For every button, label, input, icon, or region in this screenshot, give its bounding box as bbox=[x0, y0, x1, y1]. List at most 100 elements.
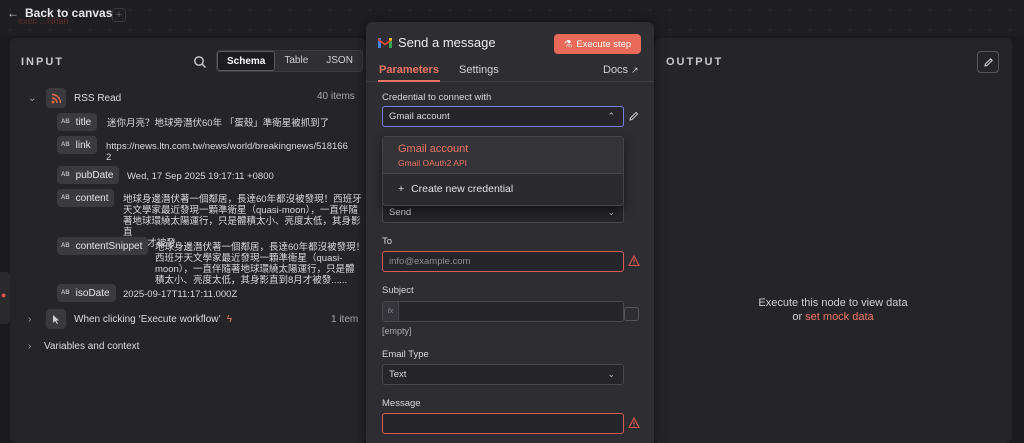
email-type-select-value: Text bbox=[389, 369, 407, 380]
tab-settings[interactable]: Settings bbox=[459, 64, 499, 76]
output-empty-message: Execute this node to view data bbox=[758, 297, 908, 309]
string-type-icon: AB bbox=[61, 243, 70, 249]
dialog-title: Send a message bbox=[398, 35, 496, 50]
output-panel: OUTPUT Execute this node to view data or… bbox=[654, 38, 1012, 443]
field-name: content bbox=[75, 192, 109, 204]
to-input[interactable]: info@example.com bbox=[382, 251, 624, 272]
credential-option-gmail-account[interactable]: Gmail account Gmail OAuth2 API bbox=[383, 137, 623, 173]
trigger-node-row[interactable]: › When clicking ‘Execute workflow’ ϟ bbox=[28, 309, 232, 329]
field-tag-contentsnippet[interactable]: AB contentSnippet bbox=[57, 237, 149, 255]
view-mode-toggle: Schema Table JSON bbox=[216, 50, 363, 72]
external-link-icon: ↗ bbox=[631, 65, 639, 75]
cursor-icon bbox=[46, 309, 66, 329]
input-panel: INPUT Schema Table JSON ⌄ RSS Read 40 it… bbox=[10, 38, 366, 443]
docs-label: Docs bbox=[603, 64, 629, 76]
field-name: isoDate bbox=[75, 287, 110, 299]
field-name: pubDate bbox=[75, 169, 114, 181]
field-value-pubdate: Wed, 17 Sep 2025 19:17:11 +0800 bbox=[127, 171, 274, 182]
to-label: To bbox=[382, 236, 393, 247]
field-name: title bbox=[75, 116, 92, 128]
trigger-node-item-count: 1 item bbox=[331, 314, 359, 325]
message-input[interactable] bbox=[382, 413, 624, 434]
dropdown-divider bbox=[383, 173, 623, 174]
field-value-line: 積太小、亮度太低，其身影直到8月才被發...... bbox=[155, 275, 348, 286]
credential-select[interactable]: Gmail account ⌃ bbox=[382, 106, 624, 127]
output-mock-line: or set mock data bbox=[654, 311, 1012, 323]
rss-read-item-count: 40 items bbox=[317, 91, 355, 102]
rss-read-node-row[interactable]: ⌄ RSS Read bbox=[28, 88, 121, 108]
execute-step-button[interactable]: ⚗ Execute step bbox=[554, 34, 641, 54]
tab-json[interactable]: JSON bbox=[317, 51, 362, 71]
expression-icon: fx bbox=[383, 302, 399, 321]
tab-parameters[interactable]: Parameters bbox=[379, 64, 439, 76]
subject-empty-hint: [empty] bbox=[382, 326, 412, 336]
field-value-contentsnippet: 地球身邊潛伏著一個鄰居，長達60年都沒被發現！ 西班牙天文學家最近發現一顆準衛星… bbox=[155, 242, 365, 286]
trigger-node-label: When clicking ‘Execute workflow’ bbox=[74, 313, 221, 325]
subject-input[interactable]: fx bbox=[382, 301, 624, 322]
error-dot-icon: ● bbox=[1, 290, 7, 300]
field-value-title: 迷你月亮？地球旁潛伏60年 「蛋殼」準衛星被抓到了 bbox=[107, 118, 330, 129]
chevron-down-icon: ⌄ bbox=[607, 369, 615, 379]
field-tag-title[interactable]: AB title bbox=[57, 113, 98, 131]
field-value-line: 西班牙天文學家最近發現一顆準衛星（quasi- bbox=[155, 253, 343, 264]
rss-icon bbox=[46, 88, 66, 108]
credential-select-value: Gmail account bbox=[389, 111, 450, 122]
tab-table[interactable]: Table bbox=[275, 51, 317, 71]
create-new-credential-label: Create new credential bbox=[411, 183, 514, 195]
string-type-icon: AB bbox=[61, 142, 70, 148]
edit-output-button[interactable] bbox=[977, 51, 999, 73]
node-settings-dialog: Send a message ⚗ Execute step Parameters… bbox=[366, 22, 654, 443]
email-type-label: Email Type bbox=[382, 349, 429, 360]
credential-option-title: Gmail account bbox=[398, 143, 469, 155]
field-value-line: moon），一直伴隨著地球環繞太陽運行，只是體 bbox=[155, 264, 355, 275]
docs-link[interactable]: Docs ↗ bbox=[603, 64, 639, 76]
string-type-icon: AB bbox=[61, 119, 70, 125]
create-new-credential-option[interactable]: + Create new credential bbox=[398, 183, 513, 195]
chevron-right-icon[interactable]: › bbox=[28, 341, 38, 352]
expand-editor-icon[interactable] bbox=[624, 307, 639, 321]
field-name: contentSnippet bbox=[75, 240, 143, 252]
plus-icon: + bbox=[398, 183, 405, 195]
string-type-icon: AB bbox=[61, 172, 70, 178]
field-name: link bbox=[75, 139, 91, 151]
field-tag-link[interactable]: AB link bbox=[57, 136, 97, 154]
message-label: Message bbox=[382, 398, 421, 409]
field-tag-content[interactable]: AB content bbox=[57, 189, 115, 207]
lightning-icon: ϟ bbox=[226, 313, 233, 325]
output-or-text: or bbox=[792, 311, 803, 323]
chevron-right-icon[interactable]: › bbox=[28, 314, 38, 325]
chevron-down-icon: ⌄ bbox=[607, 207, 615, 217]
credential-dropdown: Gmail account Gmail OAuth2 API + Create … bbox=[382, 136, 624, 206]
field-tag-isodate[interactable]: AB isoDate bbox=[57, 284, 116, 302]
subject-label: Subject bbox=[382, 285, 414, 296]
search-icon[interactable] bbox=[193, 55, 207, 69]
variables-and-context-row[interactable]: › Variables and context bbox=[28, 341, 139, 352]
add-node-icon: + bbox=[112, 8, 126, 22]
string-type-icon: AB bbox=[61, 290, 70, 296]
warning-icon bbox=[628, 255, 640, 267]
field-tag-pubdate[interactable]: AB pubDate bbox=[57, 166, 120, 184]
operation-select-value: Send bbox=[389, 207, 412, 218]
field-value-line: 地球身邊潛伏著一個鄰居，長達60年都沒被發現！西班牙 bbox=[123, 194, 362, 205]
field-value-isodate: 2025-09-17T11:17:11.000Z bbox=[123, 289, 238, 300]
field-value-line: 2 bbox=[106, 152, 112, 163]
back-to-canvas-label: Back to canvas bbox=[25, 6, 113, 20]
input-panel-title: INPUT bbox=[21, 56, 64, 68]
rss-read-label: RSS Read bbox=[74, 92, 122, 104]
email-type-select[interactable]: Text ⌄ bbox=[382, 364, 624, 385]
field-value-content: 地球身邊潛伏著一個鄰居，長達60年都沒被發現！西班牙 天文學家最近發現一顆準衛星… bbox=[123, 194, 366, 249]
pencil-icon bbox=[983, 57, 993, 67]
active-tab-indicator bbox=[378, 80, 440, 82]
credential-option-subtitle: Gmail OAuth2 API bbox=[398, 158, 467, 168]
flask-icon: ⚗ bbox=[563, 38, 573, 50]
back-to-canvas-button[interactable]: ← Back to canvas bbox=[7, 6, 112, 20]
chevron-up-icon: ⌃ bbox=[607, 111, 615, 121]
set-mock-data-link[interactable]: set mock data bbox=[805, 311, 873, 323]
pencil-icon[interactable] bbox=[628, 110, 640, 122]
tab-schema[interactable]: Schema bbox=[217, 51, 276, 71]
chevron-down-icon[interactable]: ⌄ bbox=[28, 93, 38, 104]
field-value-link: https://news.ltn.com.tw/news/world/break… bbox=[106, 141, 348, 163]
left-edge-handle[interactable]: ● bbox=[0, 272, 10, 324]
arrow-left-icon: ← bbox=[7, 6, 19, 20]
execute-step-label: Execute step bbox=[576, 38, 632, 50]
